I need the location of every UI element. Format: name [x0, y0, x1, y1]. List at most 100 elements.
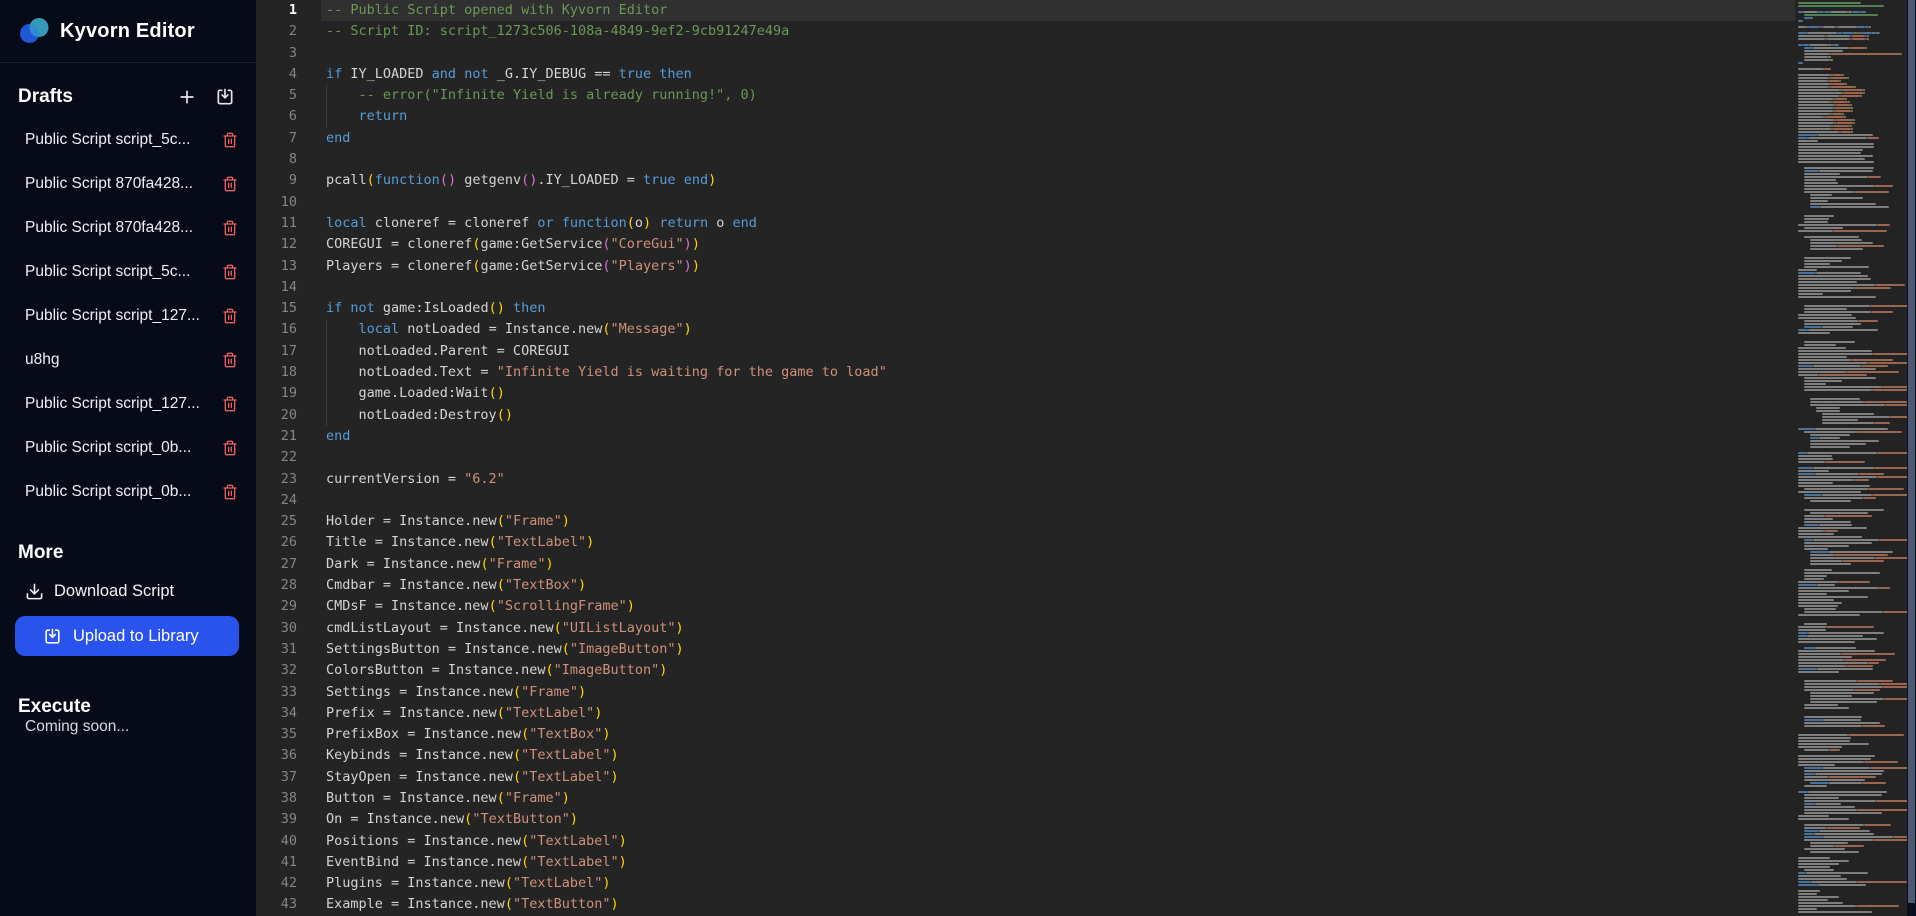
- draft-item-label: Public Script 870fa428...: [25, 219, 222, 237]
- code-line: 43 Example = Instance.new("TextButton"): [257, 894, 1795, 915]
- line-number: 38: [257, 788, 297, 809]
- delete-draft-button[interactable]: [222, 396, 238, 412]
- delete-draft-button[interactable]: [222, 264, 238, 280]
- code-line: 11local cloneref = cloneref or function(…: [257, 213, 1795, 234]
- draft-item[interactable]: Public Script script_5c...: [0, 118, 256, 162]
- line-content: Keybinds = Instance.new("TextLabel"): [321, 745, 1795, 766]
- trash-icon: [222, 308, 238, 324]
- line-number: 2: [257, 21, 297, 42]
- draft-item-label: Public Script script_5c...: [25, 263, 222, 281]
- plus-icon: [177, 87, 197, 107]
- upload-library-icon: [43, 627, 62, 646]
- draft-item[interactable]: Public Script 870fa428...: [0, 206, 256, 250]
- code-line: 20 notLoaded:Destroy(): [257, 405, 1795, 426]
- execute-label: Execute: [18, 696, 236, 718]
- line-content: return: [321, 106, 1795, 127]
- line-content: Example = Instance.new("TextButton"): [321, 894, 1795, 915]
- line-content: Positions = Instance.new("TextLabel"): [321, 831, 1795, 852]
- import-draft-button[interactable]: [214, 86, 236, 108]
- line-number: 9: [257, 170, 297, 191]
- line-content: Prefix = Instance.new("TextLabel"): [321, 703, 1795, 724]
- trash-icon: [222, 352, 238, 368]
- code-line: 24: [257, 490, 1795, 511]
- drafts-section-header: Drafts: [0, 84, 256, 110]
- code-line: 8: [257, 149, 1795, 170]
- line-content: EventBind = Instance.new("TextLabel"): [321, 852, 1795, 873]
- code-line: 9pcall(function() getgenv().IY_LOADED = …: [257, 170, 1795, 191]
- delete-draft-button[interactable]: [222, 220, 238, 236]
- minimap[interactable]: [1795, 0, 1907, 916]
- code-line: 27Dark = Instance.new("Frame"): [257, 554, 1795, 575]
- line-number: 40: [257, 831, 297, 852]
- upload-to-library-label: Upload to Library: [73, 627, 199, 646]
- line-number: 27: [257, 554, 297, 575]
- draft-item[interactable]: Public Script script_127...: [0, 294, 256, 338]
- code-line: 13Players = cloneref(game:GetService("Pl…: [257, 256, 1795, 277]
- line-content: [321, 149, 1795, 170]
- line-content: Players = cloneref(game:GetService("Play…: [321, 256, 1795, 277]
- delete-draft-button[interactable]: [222, 440, 238, 456]
- line-number: 34: [257, 703, 297, 724]
- app-logo-icon: [18, 15, 51, 48]
- scrollbar-thumb[interactable]: [1908, 0, 1915, 903]
- trash-icon: [222, 440, 238, 456]
- draft-item[interactable]: Public Script script_5c...: [0, 250, 256, 294]
- upload-to-library-button[interactable]: Upload to Library: [15, 616, 239, 656]
- code-line: 30cmdListLayout = Instance.new("UIListLa…: [257, 618, 1795, 639]
- delete-draft-button[interactable]: [222, 308, 238, 324]
- sidebar-header: Kyvorn Editor: [0, 0, 256, 63]
- draft-item[interactable]: u8hg: [0, 338, 256, 382]
- draft-item[interactable]: Public Script script_0b...: [0, 470, 256, 514]
- draft-item[interactable]: Public Script script_127...: [0, 382, 256, 426]
- line-number: 43: [257, 894, 297, 915]
- code-line: 41EventBind = Instance.new("TextLabel"): [257, 852, 1795, 873]
- line-content: CMDsF = Instance.new("ScrollingFrame"): [321, 596, 1795, 617]
- draft-item-label: u8hg: [25, 351, 222, 369]
- delete-draft-button[interactable]: [222, 484, 238, 500]
- line-number: 15: [257, 298, 297, 319]
- code-line: 4if IY_LOADED and not _G.IY_DEBUG == tru…: [257, 64, 1795, 85]
- code-line: 21end: [257, 426, 1795, 447]
- draft-item[interactable]: Public Script script_0b...: [0, 426, 256, 470]
- line-content: Cmdbar = Instance.new("TextBox"): [321, 575, 1795, 596]
- line-number: 22: [257, 447, 297, 468]
- draft-item[interactable]: Public Script 870fa428...: [0, 162, 256, 206]
- new-draft-button[interactable]: [176, 86, 198, 108]
- code-line: 38Button = Instance.new("Frame"): [257, 788, 1795, 809]
- delete-draft-button[interactable]: [222, 132, 238, 148]
- line-number: 18: [257, 362, 297, 383]
- line-number: 29: [257, 596, 297, 617]
- line-number: 6: [257, 106, 297, 127]
- line-number: 10: [257, 192, 297, 213]
- download-script-button[interactable]: Download Script: [0, 574, 256, 608]
- code-line: 17 notLoaded.Parent = COREGUI: [257, 341, 1795, 362]
- delete-draft-button[interactable]: [222, 176, 238, 192]
- line-number: 17: [257, 341, 297, 362]
- code-line: 25Holder = Instance.new("Frame"): [257, 511, 1795, 532]
- code-line: 32ColorsButton = Instance.new("ImageButt…: [257, 660, 1795, 681]
- code-line: 28Cmdbar = Instance.new("TextBox"): [257, 575, 1795, 596]
- scrollbar-track[interactable]: [1907, 0, 1916, 916]
- code-line: 16 local notLoaded = Instance.new("Messa…: [257, 319, 1795, 340]
- code-line: 14: [257, 277, 1795, 298]
- code-line: 42Plugins = Instance.new("TextLabel"): [257, 873, 1795, 894]
- delete-draft-button[interactable]: [222, 352, 238, 368]
- line-number: 8: [257, 149, 297, 170]
- app-title: Kyvorn Editor: [60, 20, 195, 43]
- line-content: if not game:IsLoaded() then: [321, 298, 1795, 319]
- more-label: More: [18, 542, 236, 564]
- line-content: ColorsButton = Instance.new("ImageButton…: [321, 660, 1795, 681]
- code-line: 1-- Public Script opened with Kyvorn Edi…: [257, 0, 1795, 21]
- line-number: 20: [257, 405, 297, 426]
- draft-item-label: Public Script script_127...: [25, 395, 222, 413]
- line-content: StayOpen = Instance.new("TextLabel"): [321, 767, 1795, 788]
- code-editor[interactable]: 1-- Public Script opened with Kyvorn Edi…: [257, 0, 1916, 916]
- line-content: Title = Instance.new("TextLabel"): [321, 532, 1795, 553]
- code-area[interactable]: 1-- Public Script opened with Kyvorn Edi…: [257, 0, 1795, 916]
- line-content: Settings = Instance.new("Frame"): [321, 682, 1795, 703]
- code-line: 40 Positions = Instance.new("TextLabel"): [257, 831, 1795, 852]
- line-number: 36: [257, 745, 297, 766]
- code-line: 2-- Script ID: script_1273c506-108a-4849…: [257, 21, 1795, 42]
- code-line: 6 return: [257, 106, 1795, 127]
- line-number: 35: [257, 724, 297, 745]
